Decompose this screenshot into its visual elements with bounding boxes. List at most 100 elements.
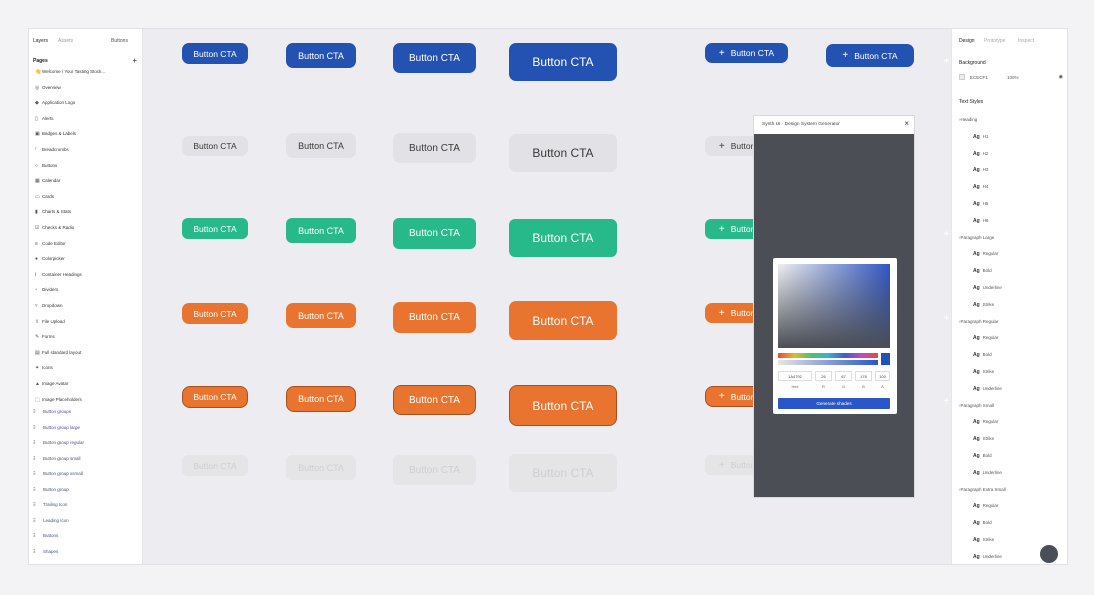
component-item[interactable]: ⁑ Buttons bbox=[33, 533, 139, 545]
page-item[interactable]: ▣ Badges & Labels bbox=[35, 131, 141, 143]
button-cta[interactable]: Button CTA bbox=[393, 385, 476, 415]
page-item[interactable]: ≡ Code Editor bbox=[35, 241, 141, 253]
text-style-item[interactable]: Ag Bold bbox=[959, 453, 1065, 463]
tab-design[interactable]: Design bbox=[959, 38, 975, 44]
button-cta[interactable]: Button CTA bbox=[393, 43, 476, 73]
button-cta[interactable]: Button CTA bbox=[286, 218, 356, 243]
button-cta[interactable]: Button CTA bbox=[286, 386, 356, 412]
button-cta[interactable]: Button CTA bbox=[182, 386, 248, 408]
page-item[interactable]: ▤ Full standard layout bbox=[35, 350, 141, 362]
color-value-field[interactable]: 1A4792 bbox=[778, 371, 812, 381]
background-hex[interactable]: ECECF1 bbox=[970, 75, 988, 80]
hue-slider[interactable] bbox=[778, 353, 878, 358]
text-style-item[interactable]: Ag Underline bbox=[959, 285, 1065, 295]
generate-shades-button[interactable]: Generate shades bbox=[778, 398, 890, 409]
text-style-item[interactable]: Ag Underline bbox=[959, 470, 1065, 480]
text-style-item[interactable]: Ag Strike bbox=[959, 436, 1065, 446]
button-cta[interactable]: Button CTA bbox=[182, 455, 248, 476]
component-item[interactable]: ⁑ Button group large bbox=[33, 425, 139, 437]
background-row[interactable]: ECECF1 100% ◉ bbox=[959, 74, 1067, 82]
button-cta[interactable]: Button CTA bbox=[509, 454, 617, 492]
button-cta[interactable]: Button CTA bbox=[393, 302, 476, 333]
color-value-field[interactable]: 26 bbox=[815, 371, 832, 381]
page-item[interactable]: ▯ Alerts bbox=[35, 116, 141, 128]
tab-prototype[interactable]: Prototype bbox=[984, 38, 1005, 44]
add-page-icon[interactable]: + bbox=[132, 56, 137, 65]
text-style-item[interactable]: Ag H3 bbox=[959, 167, 1065, 177]
text-style-item[interactable]: Ag H1 bbox=[959, 134, 1065, 144]
button-cta[interactable]: Button CTA bbox=[393, 218, 476, 249]
text-style-group[interactable]: ›Paragraph Large bbox=[959, 235, 1065, 245]
page-item[interactable]: ▿ Dropdown bbox=[35, 303, 141, 315]
page-item[interactable]: ⬚ Image Placeholders bbox=[35, 397, 141, 409]
tab-inspect[interactable]: Inspect bbox=[1018, 38, 1034, 44]
alpha-slider[interactable] bbox=[778, 360, 878, 365]
text-style-item[interactable]: Ag H4 bbox=[959, 184, 1065, 194]
tab-assets[interactable]: Assets bbox=[58, 38, 73, 44]
component-item[interactable]: ⁑ Button group xsmall bbox=[33, 471, 139, 483]
component-item[interactable]: ⁑ Button group small bbox=[33, 456, 139, 468]
page-item[interactable]: ▲ Image Avatar bbox=[35, 381, 141, 393]
page-selector[interactable]: Buttons bbox=[111, 38, 128, 44]
text-style-item[interactable]: Ag Bold bbox=[959, 520, 1065, 530]
component-item[interactable]: ⁑ Button groups bbox=[33, 409, 139, 421]
text-style-item[interactable]: Ag Bold bbox=[959, 352, 1065, 362]
background-opacity[interactable]: 100% bbox=[1007, 75, 1019, 80]
button-cta-leading-icon[interactable]: + Button CTA bbox=[826, 44, 914, 67]
button-cta[interactable]: Button CTA bbox=[509, 219, 617, 257]
page-item[interactable]: Ⅰ Container Headings bbox=[35, 272, 141, 284]
button-cta[interactable]: Button CTA bbox=[509, 385, 617, 426]
button-cta-leading-icon[interactable]: + Button CTA bbox=[705, 43, 788, 63]
text-style-item[interactable]: Ag H6 bbox=[959, 218, 1065, 228]
text-style-group[interactable]: ›Heading bbox=[959, 117, 1065, 127]
text-style-group[interactable]: ›Paragraph Small bbox=[959, 403, 1065, 413]
component-item[interactable]: ⁑ Leading Icon bbox=[33, 518, 139, 530]
button-cta[interactable]: Button CTA bbox=[286, 43, 356, 68]
page-item[interactable]: ▭ Cards bbox=[35, 194, 141, 206]
button-cta[interactable]: Button CTA bbox=[286, 455, 356, 480]
text-style-item[interactable]: Ag H5 bbox=[959, 201, 1065, 211]
page-item[interactable]: ⁃ Dividers bbox=[35, 287, 141, 299]
page-item[interactable]: ✦ Icons bbox=[35, 365, 141, 377]
page-item[interactable]: ⇧ File Upload bbox=[35, 319, 141, 331]
text-style-group[interactable]: ›Paragraph Regular bbox=[959, 319, 1065, 329]
saturation-gradient[interactable] bbox=[778, 264, 890, 348]
text-style-item[interactable]: Ag Regular bbox=[959, 251, 1065, 261]
button-cta[interactable]: Button CTA bbox=[182, 303, 248, 324]
component-item[interactable]: ⁑ Button group bbox=[33, 487, 139, 499]
button-cta[interactable]: Button CTA bbox=[509, 43, 617, 81]
text-style-item[interactable]: Ag Regular bbox=[959, 503, 1065, 513]
text-style-item[interactable]: Ag Regular bbox=[959, 419, 1065, 429]
page-item[interactable]: ◆ Application Logo bbox=[35, 100, 141, 112]
page-item[interactable]: ● Colorpicker bbox=[35, 256, 141, 268]
text-style-group[interactable]: ›Paragraph Extra Small bbox=[959, 487, 1065, 497]
button-cta[interactable]: Button CTA bbox=[286, 303, 356, 328]
page-item[interactable]: 👋Welcome / Your Tasting Stock... bbox=[35, 69, 141, 81]
avatar[interactable] bbox=[1040, 545, 1058, 563]
button-cta[interactable]: Button CTA bbox=[182, 43, 248, 64]
button-cta[interactable]: Button CTA bbox=[182, 136, 248, 156]
canvas[interactable]: Button CTA Button CTA Button CTA Button CTA… bbox=[143, 29, 951, 564]
page-item[interactable]: ⁄ Breadcrumbs bbox=[35, 147, 141, 159]
page-item[interactable]: ▮ Charts & Stats bbox=[35, 209, 141, 221]
page-item[interactable]: ✎ Forms bbox=[35, 334, 141, 346]
tab-layers[interactable]: Layers bbox=[33, 38, 48, 44]
background-swatch[interactable] bbox=[959, 74, 965, 80]
component-item[interactable]: ⁑ Shapes bbox=[33, 549, 139, 561]
text-style-item[interactable]: Ag Strike bbox=[959, 369, 1065, 379]
component-item[interactable]: ⁑ Button group regular bbox=[33, 440, 139, 452]
button-cta[interactable]: Button CTA bbox=[286, 133, 356, 158]
color-value-field[interactable]: 100 bbox=[875, 371, 890, 381]
text-style-item[interactable]: Ag Strike bbox=[959, 302, 1065, 312]
color-value-field[interactable]: 67 bbox=[835, 371, 852, 381]
button-cta[interactable]: Button CTA bbox=[509, 301, 617, 340]
page-item[interactable]: ▦ Calendar bbox=[35, 178, 141, 190]
text-style-item[interactable]: Ag Regular bbox=[959, 335, 1065, 345]
button-cta[interactable]: Button CTA bbox=[393, 133, 476, 163]
text-style-item[interactable]: Ag Bold bbox=[959, 268, 1065, 278]
button-cta[interactable]: Button CTA bbox=[393, 455, 476, 485]
page-item[interactable]: ☑ Checks & Radio bbox=[35, 225, 141, 237]
component-item[interactable]: ⁑ Trailing Icon bbox=[33, 502, 139, 514]
eye-icon[interactable]: ◉ bbox=[1059, 74, 1063, 80]
color-value-field[interactable]: 178 bbox=[855, 371, 872, 381]
